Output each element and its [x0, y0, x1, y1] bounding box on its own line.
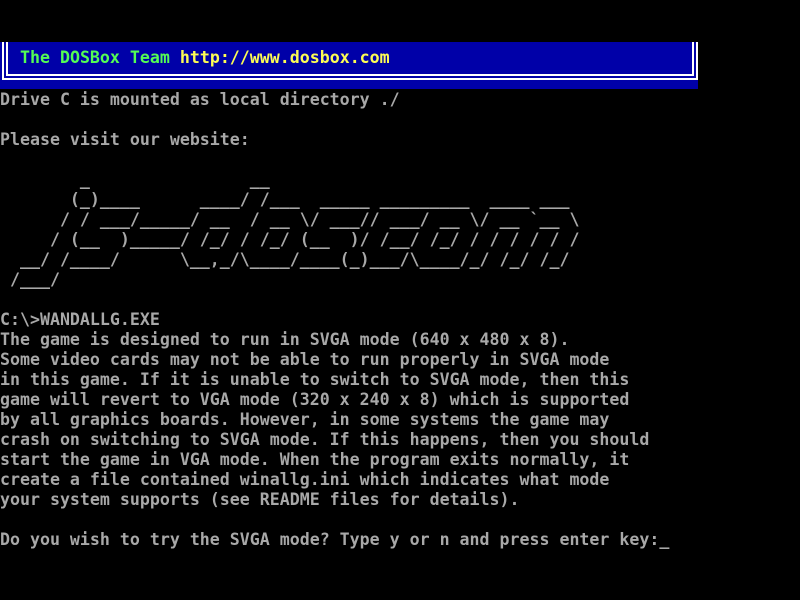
svga-question-text: Do you wish to try the SVGA mode? Type y…	[0, 530, 659, 549]
text-cursor[interactable]: _	[659, 530, 669, 549]
blank-line	[0, 110, 800, 130]
blank-line	[0, 150, 800, 170]
website-prompt: Please visit our website:	[0, 130, 800, 150]
dosbox-screen[interactable]: The DOSBox Team http://www.dosbox.com Dri…	[0, 0, 800, 600]
blank-line	[0, 290, 800, 310]
ascii-art-line: _ __	[0, 170, 800, 190]
info-line: in this game. If it is unable to switch …	[0, 370, 800, 390]
drive-mount-message: Drive C is mounted as local directory ./	[0, 90, 800, 110]
command-prompt-line: C:\>WANDALLG.EXE	[0, 310, 800, 330]
info-line: create a file contained winallg.ini whic…	[0, 470, 800, 490]
info-line: game will revert to VGA mode (320 x 240 …	[0, 390, 800, 410]
dosbox-url: http://www.dosbox.com	[180, 48, 390, 67]
info-line: Some video cards may not be able to run …	[0, 350, 800, 370]
info-line: The game is designed to run in SVGA mode…	[0, 330, 800, 350]
ascii-art-line: / / ___/_____/ __ / __ \/ ___// ___/ __ …	[0, 210, 800, 230]
ascii-art-line: /___/	[0, 270, 800, 290]
svga-question-line[interactable]: Do you wish to try the SVGA mode? Type y…	[0, 530, 800, 550]
info-line: by all graphics boards. However, in some…	[0, 410, 800, 430]
dosbox-team-label: The DOSBox Team	[20, 48, 170, 67]
info-line: crash on switching to SVGA mode. If this…	[0, 430, 800, 450]
ascii-art-line: / (__ )_____/ /_/ / /_/ (__ )/ /__/ /_/ …	[0, 230, 800, 250]
terminal-output: Drive C is mounted as local directory ./…	[0, 90, 800, 550]
banner-text: The DOSBox Team http://www.dosbox.com	[20, 48, 390, 68]
info-line: your system supports (see README files f…	[0, 490, 800, 510]
ascii-art-line: (_)____ ____/ /___ _____ _________ ____ …	[0, 190, 800, 210]
dosbox-welcome-banner: The DOSBox Team http://www.dosbox.com	[0, 42, 698, 89]
ascii-art-line: __/ /____/ \__,_/\____/____(_)___/\____/…	[0, 250, 800, 270]
blank-line	[0, 510, 800, 530]
info-line: start the game in VGA mode. When the pro…	[0, 450, 800, 470]
